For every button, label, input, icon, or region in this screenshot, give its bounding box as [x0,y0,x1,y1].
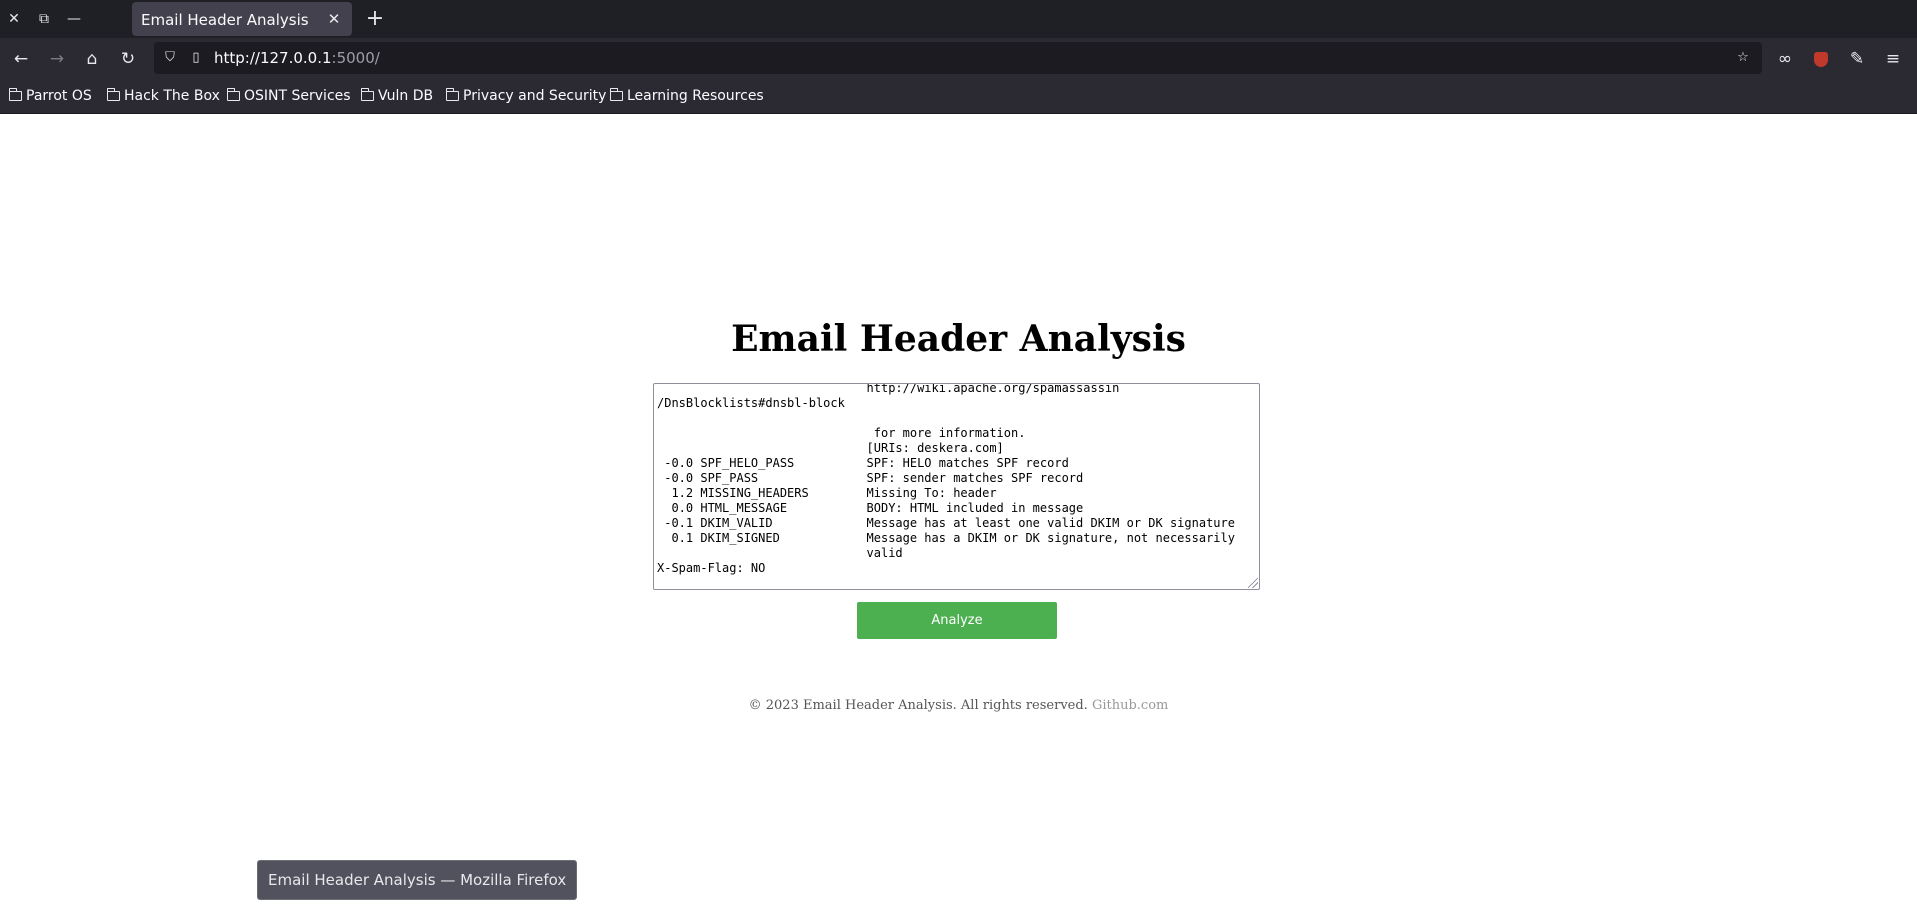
tab-title: Email Header Analysis [141,11,309,29]
private-mask-icon[interactable]: ∞ [1774,48,1796,70]
url-port-path: :5000/ [331,49,380,67]
home-icon[interactable]: ⌂ [81,48,103,70]
bookmark-folder-parrot-os[interactable]: Parrot OS [8,87,92,105]
bookmark-label: Parrot OS [26,88,92,104]
folder-icon [226,88,240,101]
url-host: http://127.0.0.1 [214,49,332,67]
wrench-icon[interactable]: ✎ [1846,48,1868,70]
star-icon[interactable]: ☆ [1734,49,1752,67]
resize-grip-icon[interactable] [1248,578,1258,588]
folder-icon [445,88,459,101]
new-tab-icon[interactable]: + [364,8,386,30]
tab-close-icon[interactable]: ✕ [324,9,344,29]
url-text[interactable]: http://127.0.0.1:5000/ [214,49,380,67]
page-icon[interactable]: ▯ [187,49,205,67]
footer-copyright: © 2023 Email Header Analysis. All rights… [748,698,1088,713]
analyze-button[interactable]: Analyze [857,602,1057,639]
folder-icon [8,88,22,101]
folder-icon [106,88,120,101]
window-title-tooltip: Email Header Analysis — Mozilla Firefox [257,860,578,900]
bookmark-folder-privacy-and-security[interactable]: Privacy and Security [445,87,607,105]
footer: © 2023 Email Header Analysis. All rights… [0,698,1917,713]
bookmarks-toolbar: Parrot OS Hack The Box OSINT Services Vu… [0,78,1917,114]
bookmark-label: Hack The Box [124,88,220,104]
navigation-bar: ← → ⌂ ↻ ⛉ ▯ http://127.0.0.1:5000/ ☆ ∞ ✎… [0,38,1917,78]
folder-icon [609,88,623,101]
bookmark-folder-hack-the-box[interactable]: Hack The Box [106,87,220,105]
bookmark-folder-learning-resources[interactable]: Learning Resources [609,87,764,105]
bookmark-label: Learning Resources [627,88,764,104]
restore-icon[interactable]: ⧉ [34,9,54,29]
folder-icon [360,88,374,101]
ublock-icon[interactable] [1810,48,1832,70]
bookmark-folder-vuln-db[interactable]: Vuln DB [360,87,434,105]
minimize-icon[interactable]: — [64,9,84,29]
bookmark-folder-osint-services[interactable]: OSINT Services [226,87,351,105]
bookmark-label: Vuln DB [378,88,434,104]
url-bar[interactable]: ⛉ ▯ http://127.0.0.1:5000/ ☆ [154,42,1762,74]
email-header-textarea[interactable]: http://wiki.apache.org/spamassassin /Dns… [653,383,1260,590]
email-header-text[interactable]: http://wiki.apache.org/spamassassin /Dns… [657,384,1235,576]
page-title: Email Header Analysis [731,318,1186,360]
close-icon[interactable]: ✕ [4,9,24,29]
back-arrow-icon[interactable]: ← [10,48,32,70]
hamburger-menu-icon[interactable]: ≡ [1882,48,1904,70]
bookmark-label: Privacy and Security [463,88,607,104]
bookmark-label: OSINT Services [244,88,351,104]
tab-strip: ✕ ⧉ — Email Header Analysis ✕ + [0,0,1917,38]
tab-email-header-analysis[interactable]: Email Header Analysis ✕ [132,2,352,36]
forward-arrow-icon[interactable]: → [46,48,68,70]
shield-icon[interactable]: ⛉ [161,49,179,67]
reload-icon[interactable]: ↻ [117,48,139,70]
github-link[interactable]: Github.com [1092,698,1168,713]
